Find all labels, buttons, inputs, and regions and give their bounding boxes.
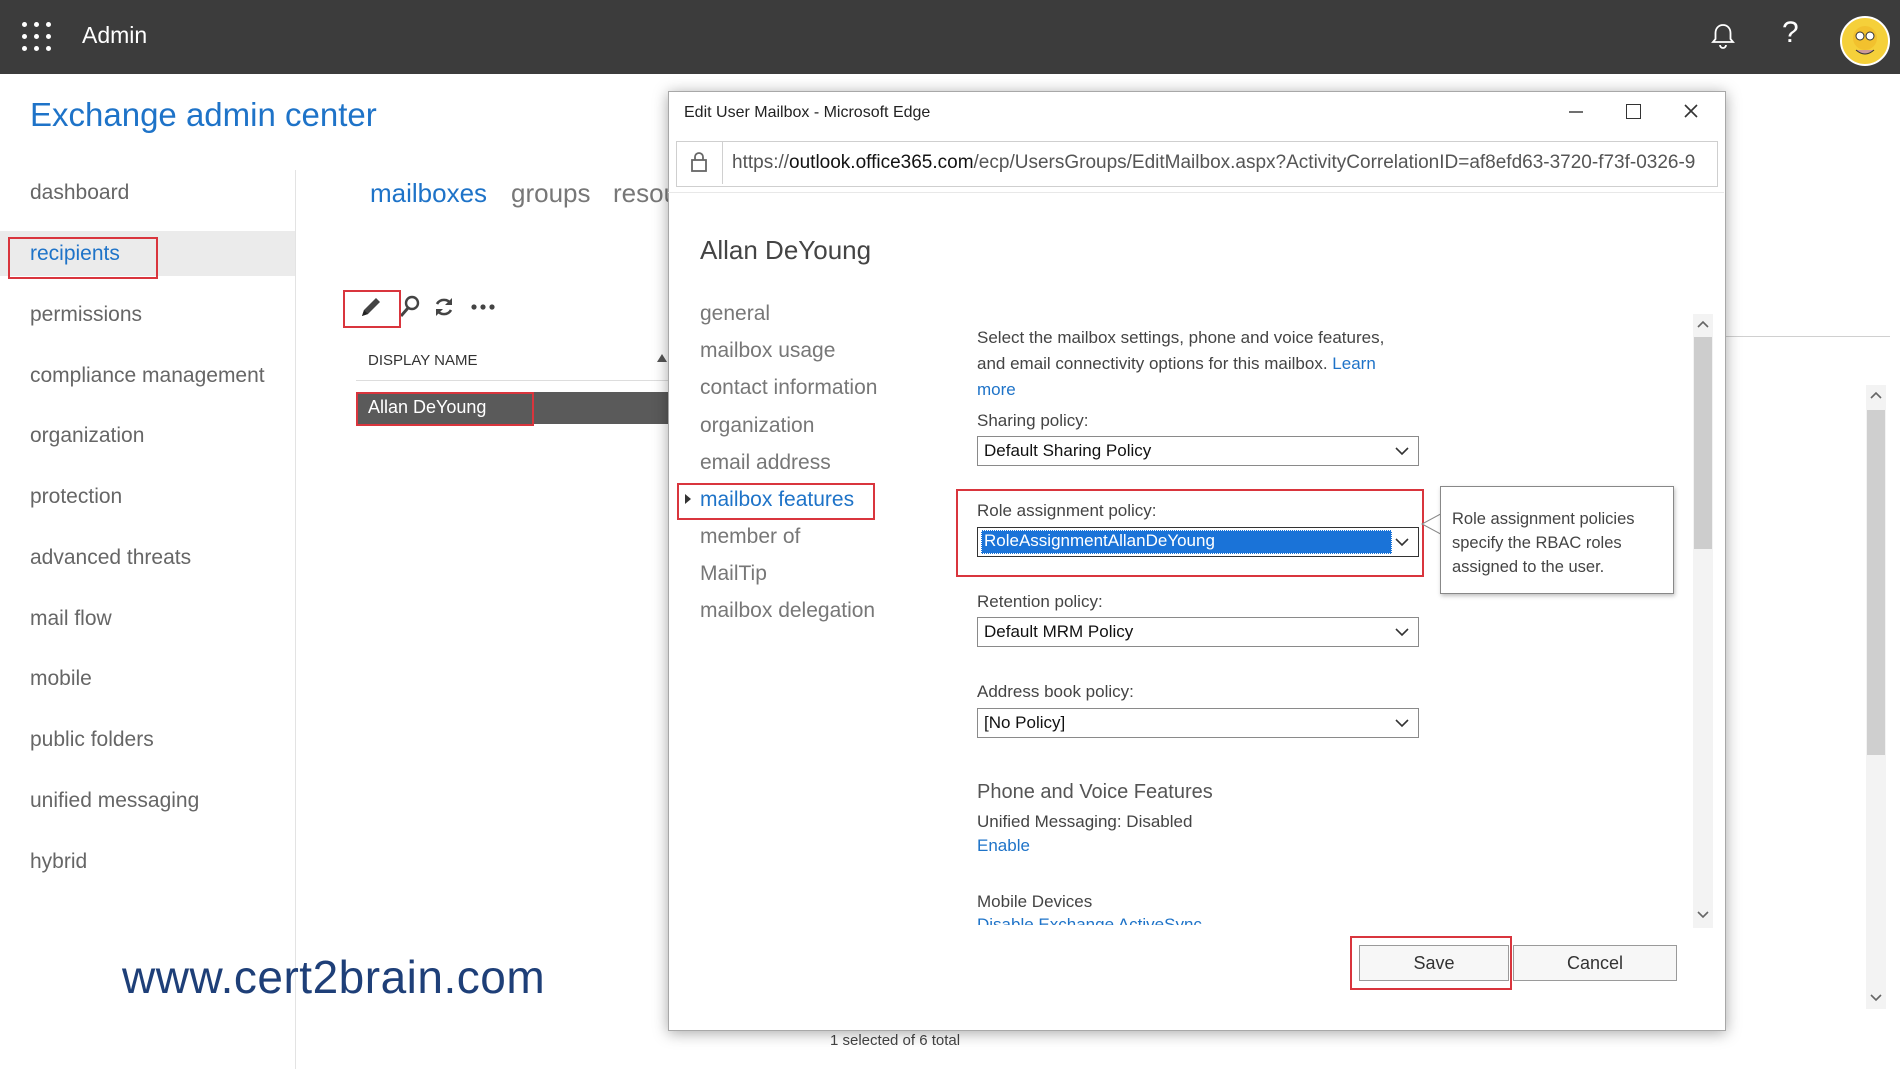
dialog-scrollbar-thumb[interactable]	[1694, 337, 1712, 549]
maximize-icon[interactable]	[1626, 104, 1641, 119]
nav-item-advanced-threats[interactable]: advanced threats	[30, 546, 191, 570]
app-name: Admin	[82, 22, 148, 48]
section-email-address[interactable]: email address	[700, 451, 831, 475]
section-mailbox-usage[interactable]: mailbox usage	[700, 339, 835, 363]
mobile-devices-heading: Mobile Devices	[977, 892, 1093, 911]
header-divider	[356, 380, 676, 381]
section-organization[interactable]: organization	[700, 414, 814, 438]
dialog-divider	[668, 192, 1724, 193]
address-book-policy-select[interactable]: [No Policy]	[977, 708, 1419, 738]
url-host: outlook.office365.com	[789, 152, 974, 173]
address-book-policy-label: Address book policy:	[977, 682, 1134, 701]
more-options-icon[interactable]	[470, 302, 496, 312]
nav-item-compliance-management[interactable]: compliance management	[30, 364, 265, 388]
sort-ascending-icon	[657, 354, 667, 362]
nav-item-mobile[interactable]: mobile	[30, 667, 92, 691]
chevron-down-icon	[1395, 628, 1409, 637]
chevron-down-icon	[1395, 447, 1409, 456]
nav-item-permissions[interactable]: permissions	[30, 303, 142, 327]
list-scrollbar-thumb[interactable]	[1867, 410, 1885, 755]
tooltip-text: Role assignment policies specify the RBA…	[1452, 510, 1635, 576]
section-mailbox-delegation[interactable]: mailbox delegation	[700, 599, 875, 623]
nav-item-dashboard[interactable]: dashboard	[30, 181, 129, 205]
section-mailtip[interactable]: MailTip	[700, 562, 767, 586]
tab-mailboxes[interactable]: mailboxes	[370, 178, 487, 209]
highlight-box-edit	[343, 290, 401, 328]
url-path: /ecp/UsersGroups/EditMailbox.aspx?Activi…	[973, 152, 1696, 173]
cancel-button[interactable]: Cancel	[1513, 945, 1677, 981]
nav-item-organization[interactable]: organization	[30, 424, 144, 448]
nav-item-hybrid[interactable]: hybrid	[30, 850, 87, 874]
section-contact-information[interactable]: contact information	[700, 376, 877, 400]
nav-item-protection[interactable]: protection	[30, 485, 122, 509]
section-member-of[interactable]: member of	[700, 525, 800, 549]
unified-messaging-status: Unified Messaging: Disabled	[977, 812, 1193, 831]
features-description: Select the mailbox settings, phone and v…	[977, 325, 1417, 403]
highlight-box-role-assignment	[956, 489, 1424, 577]
notifications-bell-icon[interactable]	[1710, 22, 1736, 50]
retention-policy-label: Retention policy:	[977, 592, 1103, 611]
lock-icon	[691, 152, 707, 172]
close-icon[interactable]	[1683, 103, 1699, 119]
description-text: Select the mailbox settings, phone and v…	[977, 328, 1385, 373]
nav-item-unified-messaging[interactable]: unified messaging	[30, 789, 199, 813]
search-icon[interactable]	[398, 294, 422, 320]
url-text[interactable]: https://outlook.office365.com/ecp/UsersG…	[732, 152, 1712, 174]
tab-groups[interactable]: groups	[511, 178, 591, 209]
user-avatar[interactable]	[1840, 16, 1890, 66]
highlight-box-row	[356, 392, 534, 426]
enable-um-link[interactable]: Enable	[977, 836, 1030, 856]
nav-item-mail-flow[interactable]: mail flow	[30, 607, 112, 631]
chevron-down-icon	[1395, 719, 1409, 728]
refresh-icon[interactable]	[432, 295, 456, 319]
highlight-box-mailbox-features	[677, 483, 875, 520]
minimize-icon[interactable]	[1568, 110, 1584, 114]
scroll-up-icon[interactable]	[1696, 319, 1710, 329]
disable-activesync-link[interactable]: Disable Exchange ActiveSync	[977, 915, 1202, 925]
top-bar	[0, 0, 1900, 74]
section-general[interactable]: general	[700, 302, 770, 326]
help-icon[interactable]: ?	[1782, 16, 1799, 50]
window-title: Edit User Mailbox - Microsoft Edge	[684, 104, 931, 121]
scroll-up-icon[interactable]	[1869, 390, 1883, 400]
nav-separator	[295, 170, 296, 1069]
sharing-policy-select[interactable]: Default Sharing Policy	[977, 436, 1419, 466]
address-separator	[722, 142, 723, 184]
highlight-box-recipients	[8, 237, 158, 279]
retention-policy-value: Default MRM Policy	[984, 622, 1134, 641]
scroll-down-icon[interactable]	[1869, 993, 1883, 1003]
app-title: Exchange admin center	[30, 96, 377, 133]
scroll-down-icon[interactable]	[1696, 910, 1710, 920]
selection-status: 1 selected of 6 total	[830, 1032, 961, 1049]
nav-item-public-folders[interactable]: public folders	[30, 728, 154, 752]
list-divider	[1722, 336, 1890, 337]
url-prefix: https://	[732, 152, 790, 173]
app-launcher-icon[interactable]	[22, 22, 52, 52]
highlight-box-save	[1350, 936, 1512, 990]
phone-voice-heading: Phone and Voice Features	[977, 781, 1213, 803]
column-header-display-name[interactable]: DISPLAY NAME	[368, 352, 477, 369]
retention-policy-select[interactable]: Default MRM Policy	[977, 617, 1419, 647]
sharing-policy-value: Default Sharing Policy	[984, 441, 1152, 460]
watermark-text: www.cert2brain.com	[122, 951, 546, 1003]
mailbox-user-name: Allan DeYoung	[700, 235, 872, 265]
sharing-policy-label: Sharing policy:	[977, 411, 1089, 430]
address-book-policy-value: [No Policy]	[984, 713, 1066, 732]
